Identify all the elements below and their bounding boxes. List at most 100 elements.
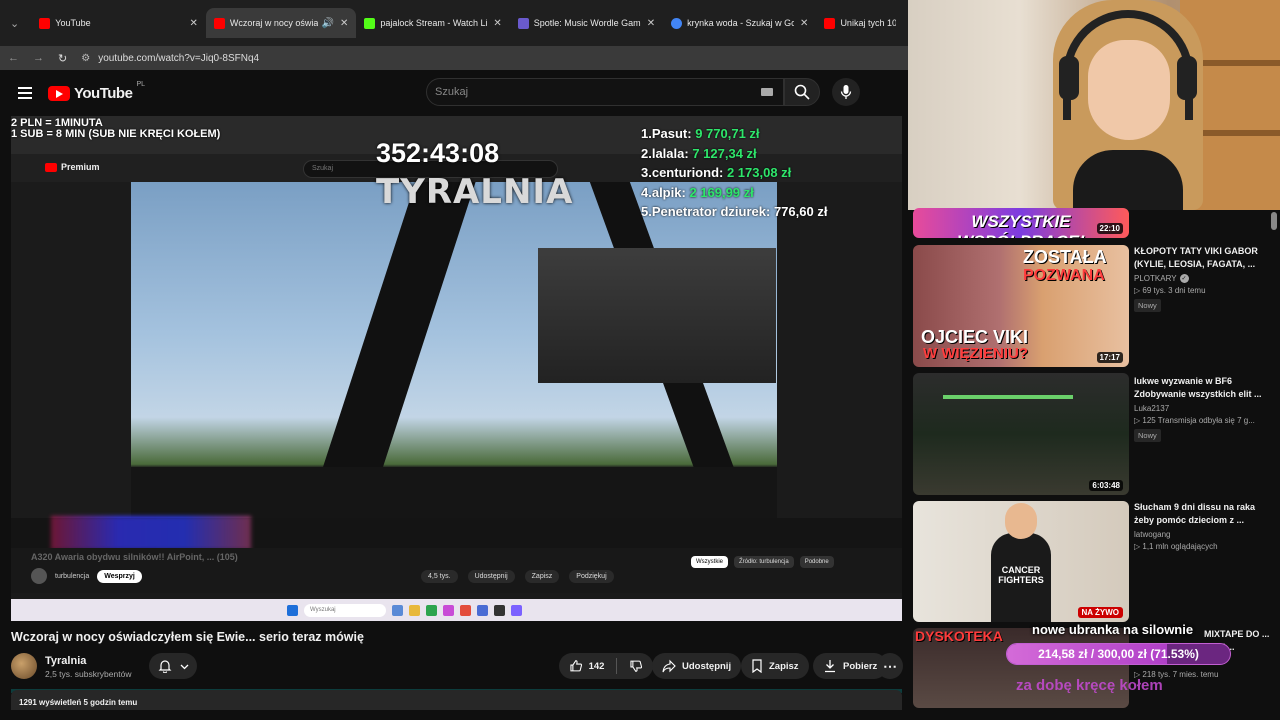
search-input[interactable]: Szukaj <box>426 78 784 106</box>
headset-cup <box>1177 56 1197 100</box>
reload-icon[interactable]: ↻ <box>58 52 67 65</box>
forward-icon[interactable]: → <box>33 52 44 64</box>
stream-premium-label: Premium <box>61 162 100 172</box>
donation-progress-bar: 214,58 zł / 300,00 zł (71.53%) <box>1006 643 1231 665</box>
taskbar-app-icon <box>494 604 505 616</box>
video-duration: 22:10 <box>1096 223 1123 234</box>
recommendation-thumbnail[interactable]: ZOSTAŁA POZWANA OJCIEC VIKI W WIĘZIENIU?… <box>913 245 1129 367</box>
tab-kick-stream[interactable]: pajalock Stream - Watch Live o ✕ <box>356 8 509 38</box>
recommendation-card[interactable]: CANCER FIGHTERS NA ŻYWO Słucham 9 dni di… <box>913 501 1273 623</box>
like-icon[interactable] <box>569 659 583 673</box>
recommendation-card[interactable]: ZOSTAŁA POZWANA OJCIEC VIKI W WIĘZIENIU?… <box>913 245 1273 369</box>
description-box[interactable]: 1291 wyświetleń 5 godzin temu <box>11 690 902 710</box>
recommendation-thumbnail[interactable]: WSZYSTKIE WSPÓŁPRACE! 22:10 <box>913 208 1129 238</box>
recommendation-title[interactable]: lukwe wyzwanie w BF6 Zdobywanie wszystki… <box>1134 375 1269 401</box>
recommendation-info: lukwe wyzwanie w BF6 Zdobywanie wszystki… <box>1134 375 1269 443</box>
voice-search-button[interactable] <box>832 78 860 106</box>
video-duration: 6:03:48 <box>1089 480 1123 491</box>
taskbar-app-icon <box>426 604 437 616</box>
live-badge: NA ŻYWO <box>1077 607 1123 618</box>
recommendation-thumbnail[interactable]: 6:03:48 <box>913 373 1129 495</box>
stream-chip: Źródło: turbulencja <box>734 556 794 568</box>
recommendation-meta: ▷ 69 tys. 3 dni temu <box>1134 286 1206 295</box>
stream-save: Zapisz <box>524 570 560 583</box>
close-tab-icon[interactable]: ✕ <box>340 18 348 29</box>
recommendation-thumbnail[interactable]: CANCER FIGHTERS NA ŻYWO <box>913 501 1129 622</box>
more-actions-button[interactable]: ⋯ <box>877 653 903 679</box>
video-player[interactable]: Premium Szukaj 2 PLN = 1MINUTA 1 SUB = 8… <box>11 116 902 621</box>
tab-title: pajalock Stream - Watch Live o <box>380 18 488 28</box>
channel-name[interactable]: Tyralnia <box>45 655 86 667</box>
pilot-webcam <box>538 248 776 383</box>
search-button[interactable] <box>784 78 820 106</box>
dislike-icon[interactable] <box>629 659 643 673</box>
more-icon: ⋯ <box>883 658 897 674</box>
thumbnail-text: POZWANA <box>1023 267 1105 284</box>
recommendation-meta: ▷ 1,1 mln oglądających <box>1134 542 1218 551</box>
stream-chip: Wszystkie <box>691 556 728 568</box>
streamer-webcam <box>908 0 1280 210</box>
logo-text: YouTube <box>74 84 133 102</box>
like-count[interactable]: 142 <box>589 661 605 672</box>
recommendation-channel[interactable]: latwogang <box>1134 530 1269 539</box>
recommendation-card[interactable]: 6:03:48 lukwe wyzwanie w BF6 Zdobywanie … <box>913 373 1273 497</box>
site-info-icon[interactable]: ⚙ <box>81 53 90 64</box>
rule-line: 1 SUB = 8 MIN (SUB NIE KRĘCI KOŁEM) <box>11 128 221 140</box>
browser-tab-bar: ⌄ YouTube ✕ Wczoraj w nocy oświadczył 🔊 … <box>0 0 908 46</box>
share-button[interactable]: Udostępnij <box>652 653 742 679</box>
stream-thanks: Podziękuj <box>569 570 614 583</box>
recommendation-title[interactable]: Słucham 9 dni dissu na raka żeby pomóc d… <box>1134 501 1269 527</box>
tab-search-icon[interactable]: ⌄ <box>4 12 25 34</box>
thumbnail-text: W WIĘZIENIU? <box>923 345 1028 362</box>
taskbar-app-icon <box>392 604 403 616</box>
chevron-down-icon <box>180 664 188 669</box>
save-button[interactable]: Zapisz <box>741 653 809 679</box>
menu-icon[interactable] <box>18 84 32 102</box>
youtube-logo[interactable]: YouTube PL <box>48 81 145 102</box>
close-tab-icon[interactable]: ✕ <box>647 18 655 29</box>
stream-taskbar: Wyszukaj <box>11 599 902 621</box>
stream-channel-avatar <box>31 568 47 584</box>
close-tab-icon[interactable]: ✕ <box>800 18 808 29</box>
bookmark-icon <box>752 659 762 673</box>
save-label: Zapisz <box>769 660 799 672</box>
recommendation-card[interactable]: WSZYSTKIE WSPÓŁPRACE! 22:10 <box>913 208 1273 238</box>
recommendation-title[interactable]: KŁOPOTY TATY VIKI GABOR (KYLIE, LEOSIA, … <box>1134 245 1269 271</box>
stream-channel-name: turbulencja <box>55 572 90 580</box>
recommendation-thumbnail[interactable]: DYSKOTEKA <box>913 628 1129 708</box>
stream-chip: Podobne <box>799 556 834 568</box>
game-health-bar <box>943 395 1073 399</box>
donation-leaderboard: 1.Pasut: 9 770,71 zł 2.lalala: 7 127,34 … <box>641 124 827 222</box>
channel-avatar[interactable] <box>11 653 37 679</box>
search-icon <box>794 84 810 100</box>
recommendation-channel[interactable]: Luka2137 <box>1134 404 1269 413</box>
notifications-button[interactable] <box>149 653 197 679</box>
tab-spotle[interactable]: Spotle: Music Wordle Game ✕ <box>510 8 663 38</box>
back-icon[interactable]: ← <box>8 52 19 64</box>
leaderboard-row: 5.Penetrator dziurek: 776,60 zł <box>641 204 828 219</box>
close-tab-icon[interactable]: ✕ <box>190 18 198 29</box>
thumbnail-text: DYSKOTEKA <box>915 628 1003 644</box>
tab-youtube[interactable]: YouTube ✕ <box>31 8 206 38</box>
speaker-icon[interactable]: 🔊 <box>322 18 334 29</box>
video-title: Wczoraj w nocy oświadczyłem się Ewie... … <box>11 630 364 644</box>
tab-google[interactable]: krynka woda - Szukaj w Google ✕ <box>663 8 816 38</box>
url-field[interactable]: ⚙ youtube.com/watch?v=Jiq0-8SFNq4 <box>81 53 259 64</box>
recommendation-card[interactable]: DYSKOTEKA MIXTAPE DO ... KI JA... ...eat… <box>913 628 1273 712</box>
youtube-favicon-icon <box>213 17 225 29</box>
stream-channel-row: turbulencja Wesprzyj <box>31 568 142 584</box>
cockpit-frame-left <box>11 182 131 518</box>
subscriber-count: 2,5 tys. subskrybentów <box>45 669 132 679</box>
stream-player-controls <box>11 518 902 548</box>
tab-title: Spotle: Music Wordle Game <box>533 18 641 28</box>
taskbar-app-icon <box>409 604 420 616</box>
tab-title: YouTube <box>55 18 91 28</box>
tab-youtube-2[interactable]: Unikaj tych 10 wów <box>816 8 904 38</box>
close-tab-icon[interactable]: ✕ <box>493 18 501 29</box>
stream-share: Udostępnij <box>467 570 515 583</box>
download-label: Pobierz <box>843 660 878 672</box>
keyboard-icon[interactable] <box>761 88 773 96</box>
taskbar-app-icon <box>477 604 488 616</box>
tab-current-video[interactable]: Wczoraj w nocy oświadczył 🔊 ✕ <box>205 8 357 38</box>
recommendation-channel[interactable]: PLOTKARY ✓ <box>1134 274 1269 283</box>
